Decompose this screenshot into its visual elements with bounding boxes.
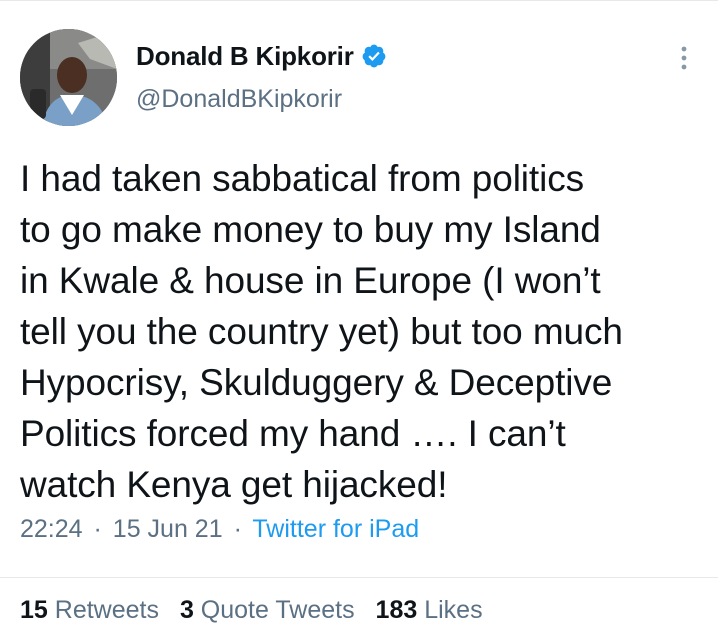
tweet-text: I had taken sabbatical from politics to …	[20, 158, 623, 505]
divider	[0, 577, 718, 578]
quote-tweets-stat[interactable]: 3 Quote Tweets	[180, 596, 355, 623]
retweets-count: 15	[20, 596, 48, 623]
separator-dot: ·	[233, 515, 242, 543]
separator-dot: ·	[93, 515, 102, 543]
display-name[interactable]: Donald B Kipkorir	[136, 41, 354, 72]
more-options-icon[interactable]	[672, 45, 696, 71]
author-handle[interactable]: @DonaldBKipkorir	[136, 85, 342, 114]
tweet-metadata: 22:24 · 15 Jun 21 · Twitter for iPad	[20, 515, 419, 544]
likes-label: Likes	[424, 596, 483, 623]
retweets-stat[interactable]: 15 Retweets	[20, 596, 159, 623]
retweets-label: Retweets	[54, 596, 159, 623]
tweet-time[interactable]: 22:24	[20, 515, 83, 543]
quote-tweets-label: Quote Tweets	[200, 596, 355, 623]
likes-stat[interactable]: 183 Likes	[376, 596, 483, 623]
tweet-stats: 15 Retweets 3 Quote Tweets 183 Likes	[20, 596, 497, 623]
avatar[interactable]	[20, 29, 117, 126]
tweet-source-link[interactable]: Twitter for iPad	[252, 515, 419, 543]
tweet-card: Donald B Kipkorir @DonaldBKipkorir I had…	[0, 0, 718, 623]
verified-badge-icon	[361, 43, 387, 69]
quote-tweets-count: 3	[179, 596, 194, 623]
author-name-row[interactable]: Donald B Kipkorir	[136, 41, 387, 71]
tweet-date[interactable]: 15 Jun 21	[113, 515, 223, 543]
likes-count: 183	[375, 596, 418, 623]
